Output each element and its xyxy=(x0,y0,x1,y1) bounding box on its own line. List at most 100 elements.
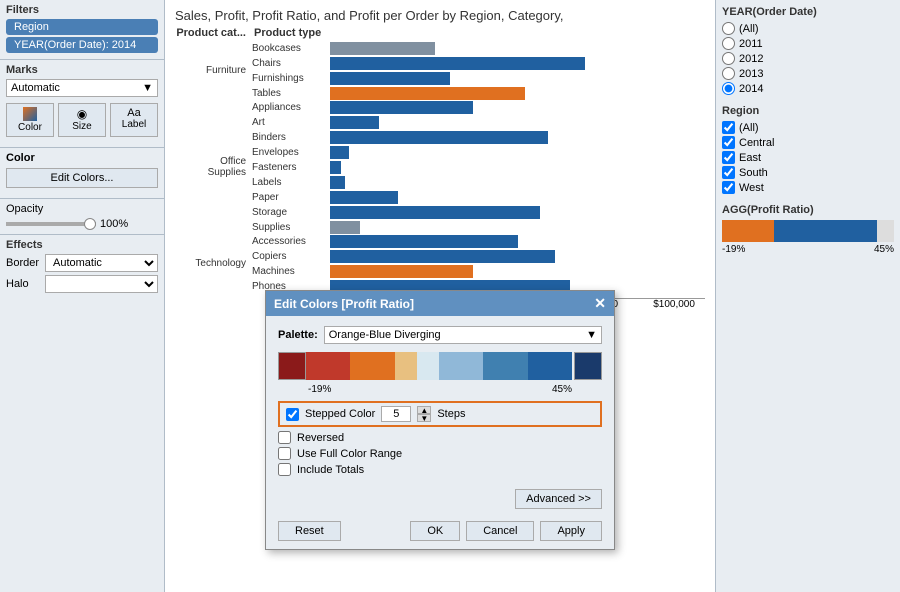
reset-button[interactable]: Reset xyxy=(278,521,341,541)
region-checkbox-all[interactable] xyxy=(722,121,735,134)
labels-label: Labels xyxy=(250,177,330,188)
dialog-action-buttons: OK Cancel Apply xyxy=(410,521,602,541)
stepped-color-label: Stepped Color xyxy=(305,408,375,420)
region-option-west[interactable]: West xyxy=(722,181,894,194)
halo-row: Halo xyxy=(6,275,158,293)
include-totals-label: Include Totals xyxy=(297,464,364,476)
stepped-color-row: Stepped Color ▲ ▼ Steps xyxy=(278,401,602,427)
dialog-close-button[interactable]: ✕ xyxy=(594,295,606,312)
east-label: East xyxy=(739,152,761,164)
marks-icons: Color ◉ Size Aa Label xyxy=(6,103,158,137)
office-supplies-label: OfficeSupplies xyxy=(175,156,250,178)
year-radio-2012[interactable] xyxy=(722,52,735,65)
year-option-all[interactable]: (All) xyxy=(722,22,894,35)
year-option-2011[interactable]: 2011 xyxy=(722,37,894,50)
copiers-label: Copiers xyxy=(250,251,330,262)
reversed-row: Reversed xyxy=(278,431,602,444)
reversed-label: Reversed xyxy=(297,432,344,444)
steps-input[interactable] xyxy=(381,406,411,422)
opacity-value: 100% xyxy=(100,218,128,230)
range-min-label: -19% xyxy=(308,384,331,395)
border-dropdown[interactable]: Automatic xyxy=(45,254,158,272)
agg-max-label: 45% xyxy=(874,244,894,255)
cancel-button[interactable]: Cancel xyxy=(466,521,534,541)
year-option-2012[interactable]: 2012 xyxy=(722,52,894,65)
palette-dropdown[interactable]: Orange-Blue Diverging ▼ xyxy=(324,326,602,344)
effects-title: Effects xyxy=(6,239,158,251)
accessories-label: Accessories xyxy=(250,236,330,247)
reversed-checkbox[interactable] xyxy=(278,431,291,444)
appliances-label: Appliances xyxy=(250,102,330,113)
region-title: Region xyxy=(722,105,894,117)
region-option-south[interactable]: South xyxy=(722,166,894,179)
col-header-2: Product type xyxy=(250,27,330,39)
full-range-checkbox[interactable] xyxy=(278,447,291,460)
border-row: Border Automatic xyxy=(6,254,158,272)
bar-chart: Furniture Bookcases Chairs Furnishings xyxy=(165,39,715,295)
year-radio-all[interactable] xyxy=(722,22,735,35)
ok-button[interactable]: OK xyxy=(410,521,460,541)
palette-label: Palette: xyxy=(278,329,318,341)
edit-colors-dialog: Edit Colors [Profit Ratio] ✕ Palette: Or… xyxy=(265,290,615,550)
technology-label: Technology xyxy=(175,258,250,269)
marks-type-dropdown[interactable]: Automatic ▼ xyxy=(6,79,158,97)
agg-min-label: -19% xyxy=(722,244,745,255)
agg-labels: -19% 45% xyxy=(722,244,894,255)
color-section-title: Color xyxy=(6,152,158,164)
right-panel: YEAR(Order Date) (All) 2011 2012 2013 20… xyxy=(715,0,900,592)
steps-down-button[interactable]: ▼ xyxy=(417,414,431,422)
edit-colors-button[interactable]: Edit Colors... xyxy=(6,168,158,188)
dialog-footer: Reset OK Cancel Apply xyxy=(266,515,614,549)
year-radio-2011[interactable] xyxy=(722,37,735,50)
halo-dropdown[interactable] xyxy=(45,275,158,293)
filters-title: Filters xyxy=(6,4,158,16)
furnishings-label: Furnishings xyxy=(250,73,330,84)
full-range-label: Use Full Color Range xyxy=(297,448,402,460)
filters-section: Filters Region YEAR(Order Date): 2014 xyxy=(0,0,164,60)
year-section: YEAR(Order Date) (All) 2011 2012 2013 20… xyxy=(722,6,894,95)
year-radio-2014[interactable] xyxy=(722,82,735,95)
color-range-labels: -19% 45% xyxy=(278,384,602,395)
left-color-swatch[interactable] xyxy=(278,352,306,380)
col-header-1: Product cat... xyxy=(175,27,250,39)
filter-region[interactable]: Region xyxy=(6,19,158,35)
envelopes-label: Envelopes xyxy=(250,147,330,158)
opacity-title: Opacity xyxy=(6,203,158,215)
opacity-slider[interactable] xyxy=(6,222,96,226)
machines-label: Machines xyxy=(250,266,330,277)
size-icon-btn[interactable]: ◉ Size xyxy=(58,103,106,137)
dialog-title: Edit Colors [Profit Ratio] xyxy=(274,297,414,311)
agg-profit-bar xyxy=(722,220,894,242)
region-option-all[interactable]: (All) xyxy=(722,121,894,134)
steps-up-button[interactable]: ▲ xyxy=(417,406,431,414)
region-option-east[interactable]: East xyxy=(722,151,894,164)
chairs-label: Chairs xyxy=(250,58,330,69)
region-option-central[interactable]: Central xyxy=(722,136,894,149)
region-checkbox-central[interactable] xyxy=(722,136,735,149)
label-icon-btn[interactable]: Aa Label xyxy=(110,103,158,137)
year-option-2014[interactable]: 2014 xyxy=(722,82,894,95)
year-option-2013[interactable]: 2013 xyxy=(722,67,894,80)
year-radio-2013[interactable] xyxy=(722,67,735,80)
storage-label: Storage xyxy=(250,207,330,218)
technology-bars: Accessories Copiers Machines Phones xyxy=(250,234,705,293)
agg-title: AGG(Profit Ratio) xyxy=(722,204,894,216)
region-checkbox-west[interactable] xyxy=(722,181,735,194)
x-tick-5: $100,000 xyxy=(653,299,695,310)
right-color-swatch[interactable] xyxy=(574,352,602,380)
filter-year[interactable]: YEAR(Order Date): 2014 xyxy=(6,37,158,53)
steps-text-label: Steps xyxy=(437,408,465,420)
supplies-label: Supplies xyxy=(250,222,330,233)
region-checkbox-east[interactable] xyxy=(722,151,735,164)
fasteners-label: Fasteners xyxy=(250,162,330,173)
region-checkbox-south[interactable] xyxy=(722,166,735,179)
dialog-title-bar: Edit Colors [Profit Ratio] ✕ xyxy=(266,291,614,316)
include-totals-checkbox[interactable] xyxy=(278,463,291,476)
office-bars: Appliances Art Binders Envelopes xyxy=(250,100,705,234)
stepped-color-checkbox[interactable] xyxy=(286,408,299,421)
color-icon-btn[interactable]: Color xyxy=(6,103,54,137)
color-gradient xyxy=(306,352,572,380)
apply-button[interactable]: Apply xyxy=(540,521,602,541)
furniture-group: Furniture Bookcases Chairs Furnishings xyxy=(175,41,705,100)
advanced-button[interactable]: Advanced >> xyxy=(515,489,602,509)
